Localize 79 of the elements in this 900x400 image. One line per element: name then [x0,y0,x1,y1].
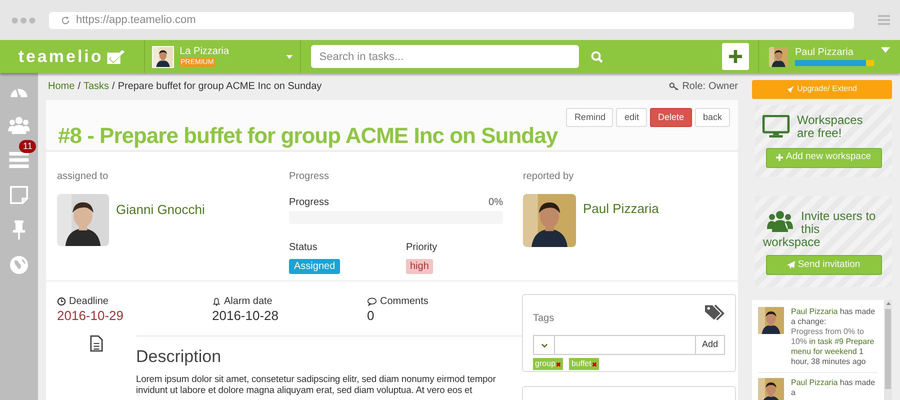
assignee-name: Gianni Gnocchi [116,201,205,219]
address-bar[interactable]: https://app.teamelio.com [49,12,854,28]
rocket-icon [786,86,794,93]
url-text: https://app.teamelio.com [76,12,196,28]
action-button[interactable]: edit [616,108,647,127]
meta-value: 2016-10-28 [212,309,280,323]
role-label: Role: [682,80,706,94]
search-field[interactable]: Search in tasks... [311,45,580,68]
chevron-icon [540,342,548,348]
task-title: #8 - Prepare buffet for group ACME Inc on Sunday [58,122,558,150]
key-icon [669,82,680,91]
menu-icon[interactable] [878,14,890,26]
comments-icon [367,297,377,306]
breadcrumb-link[interactable]: Home [48,79,75,94]
breadcrumb-separator: / [112,80,115,94]
remove-icon[interactable] [556,362,562,366]
status-badge: Assigned [289,259,340,274]
priority-label: Priority [406,241,438,255]
caret-icon [286,54,294,58]
pin-icon[interactable] [12,220,26,240]
panel-text: Invite users to this [801,210,877,236]
meta-value: 0 [367,309,376,323]
breadcrumb-link[interactable]: Tasks [83,79,110,94]
scroll-up-icon[interactable] [886,302,891,305]
action-button[interactable]: back [694,108,730,127]
status-label: Status [289,241,318,255]
remove-icon[interactable] [592,362,598,366]
meta-label: Deadline [69,295,108,309]
reload-icon[interactable] [61,16,70,24]
meta-value: 2016-10-29 [57,309,124,323]
progress-label: Progress [289,196,330,210]
count-badge: 11 [19,140,36,153]
tag-input[interactable] [555,335,695,355]
check-icon [107,50,126,64]
meta-label: Comments [380,295,428,309]
progress-reading: 0% [488,196,503,210]
workspace-name: La Pizzaria [180,46,230,58]
action-button[interactable]: Delete [650,108,692,127]
meta-label: Alarm date [224,295,272,309]
section-label: reported by [523,170,575,184]
add-tag-button[interactable]: Add [694,335,725,355]
dropdown-button[interactable] [533,335,555,355]
panel-text: workspace [763,236,822,249]
logo-text: teamelio [18,46,104,68]
window-dots-icon [10,16,37,24]
plus-icon [729,50,742,63]
activity-text: Paul Pizzaria has made a change: Progress from 0% to 10% in task #9 Prepare menu for weekend 1 hour, 38 minutes ago [791,307,876,367]
caret-icon[interactable] [881,47,890,53]
tag-label: group [535,358,556,370]
user-name: Paul Pizzaria [795,47,854,58]
action-button[interactable]: Remind [566,108,614,127]
clock-icon [57,297,66,306]
scrollbar[interactable] [884,300,892,400]
reporter-name: Paul Pizzaria [583,200,659,218]
tag-icon [705,304,725,321]
breadcrumb-current: Prepare buffet for group ACME Inc on Sunday [118,80,322,94]
users-icon [767,210,793,232]
priority-badge: high [406,259,433,274]
note-icon[interactable] [10,186,28,204]
activity-text: Paul Pizzaria has made a [791,378,876,399]
monitor-icon [762,115,790,138]
send-icon [786,260,795,269]
bell-icon [212,297,221,306]
tags-heading: Tags [533,313,554,324]
description-text: Lorem ipsum dolor sit amet, consetetur sadipscing elitr, sed diam nonumy eirmod tempor invidunt ut labore et dolore magna aliquyam erat, sed diam voluptua. At vero eos et [136,373,497,395]
breadcrumb-separator: / [78,80,80,94]
tag-label: buffet [571,358,592,370]
section-label: assigned to [57,170,110,184]
list-icon[interactable] [9,152,29,168]
panel-text: Workspaces are free! [797,114,864,140]
section-label: Progress [289,170,330,184]
globe-icon[interactable] [10,256,28,274]
plus-icon [776,154,783,162]
add-button[interactable] [722,43,750,70]
document-icon [90,335,103,352]
role-value: Owner [708,80,738,94]
users-icon[interactable] [8,116,30,134]
search-icon[interactable] [591,50,604,62]
description-heading: Description [136,347,222,367]
